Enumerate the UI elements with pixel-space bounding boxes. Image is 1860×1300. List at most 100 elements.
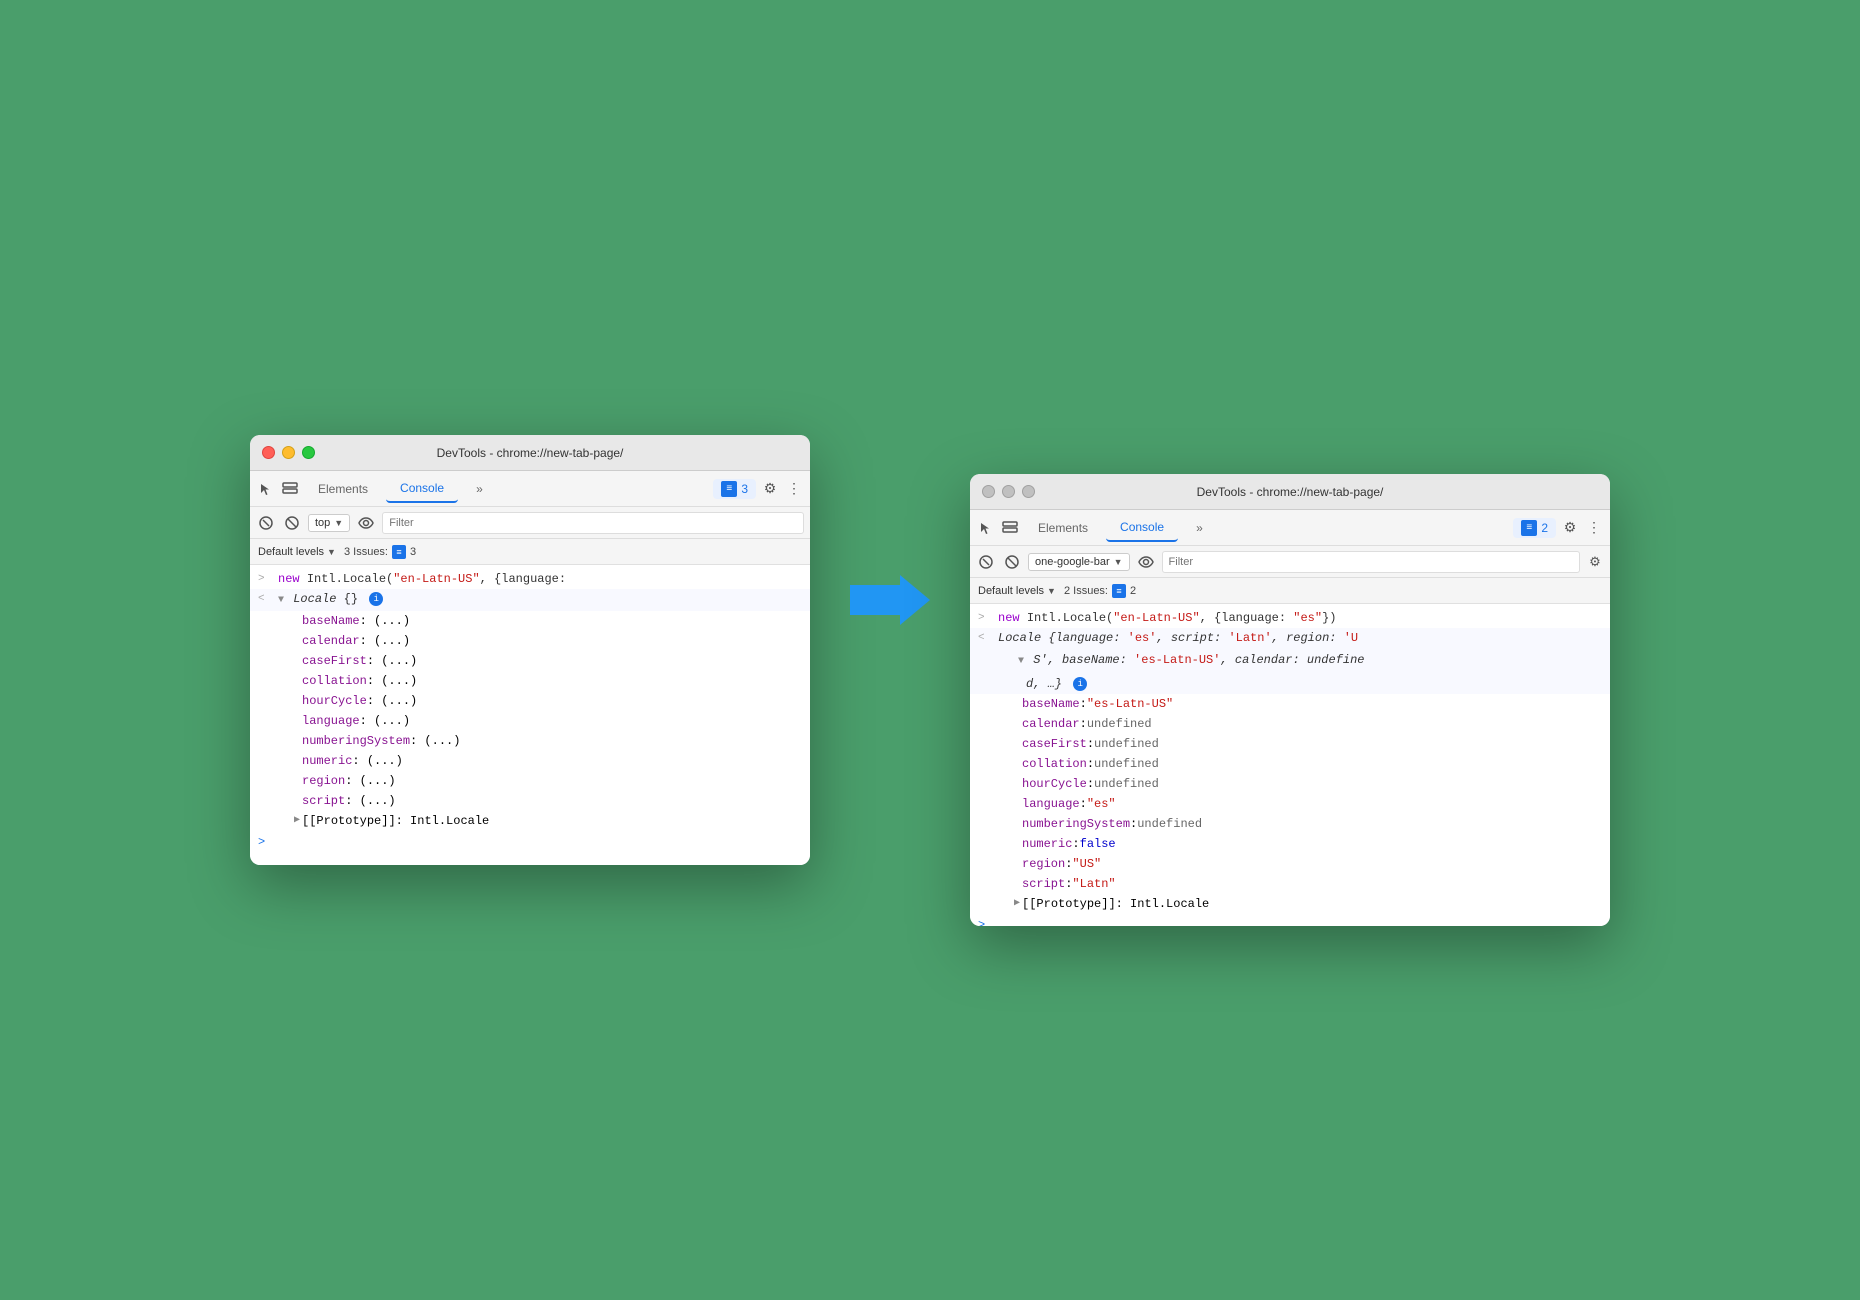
eye-icon-2[interactable]: [1136, 552, 1156, 572]
clear-icon-2[interactable]: [976, 552, 996, 572]
prop-caseFirst-2: caseFirst: undefined: [970, 734, 1610, 754]
settings-icon-1[interactable]: ⚙: [760, 479, 780, 499]
levels-dropdown-1[interactable]: Default levels ▼: [258, 546, 336, 558]
maximize-button-2[interactable]: [1022, 485, 1035, 498]
console-toolbar-1: top ▼: [250, 507, 810, 539]
output-line-2a: < Locale {language: 'es', script: 'Latn'…: [970, 628, 1610, 694]
proto-arrow-1[interactable]: ▶: [294, 812, 300, 830]
info-badge-2: i: [1073, 677, 1087, 691]
badge-count-2: 2: [1541, 521, 1548, 535]
tab-more-1[interactable]: »: [462, 476, 497, 502]
console-content-1: > new Intl.Locale("en-Latn-US", {languag…: [250, 565, 810, 865]
close-button-2[interactable]: [982, 485, 995, 498]
input-line-1: > new Intl.Locale("en-Latn-US", {languag…: [250, 569, 810, 589]
context-selector-1[interactable]: top ▼: [308, 514, 350, 532]
layers-icon[interactable]: [280, 479, 300, 499]
dropdown-arrow-1: ▼: [334, 518, 343, 528]
proto-arrow-2[interactable]: ▶: [1014, 895, 1020, 913]
prop-region-2: region: "US": [970, 854, 1610, 874]
prop-language-2: language: "es": [970, 794, 1610, 814]
issues-bar-2: Default levels ▼ 2 Issues: ≡ 2: [970, 578, 1610, 604]
issues-badge-btn-1[interactable]: ≡ 3: [713, 479, 756, 499]
prop-numeric-1: numeric: (...): [250, 751, 810, 771]
cursor-icon-2[interactable]: [976, 518, 996, 538]
titlebar-2: DevTools - chrome://new-tab-page/: [970, 474, 1610, 510]
tab-console-2[interactable]: Console: [1106, 514, 1178, 542]
levels-dropdown-2[interactable]: Default levels ▼: [978, 585, 1056, 597]
output-line-1: < ▼ Locale {} i: [250, 589, 810, 611]
prop-collation-1: collation: (...): [250, 671, 810, 691]
message-icon-1: ≡: [721, 481, 737, 497]
more-icon-1[interactable]: ⋮: [784, 479, 804, 499]
badge-count-1: 3: [741, 482, 748, 496]
prop-proto-1: ▶ [[Prototype]]: Intl.Locale: [250, 811, 810, 831]
issues-count-badge-2: 2 Issues: ≡ 2: [1064, 584, 1136, 598]
issues-count-badge-1: 3 Issues: ≡ 3: [344, 545, 416, 559]
settings-icon-2[interactable]: ⚙: [1560, 518, 1580, 538]
prop-proto-2: ▶ [[Prototype]]: Intl.Locale: [970, 894, 1610, 914]
prompt-line-2: >: [970, 914, 1610, 922]
console-toolbar-2: one-google-bar ▼ ⚙: [970, 546, 1610, 578]
context-value-1: top: [315, 517, 330, 529]
prop-collation-2: collation: undefined: [970, 754, 1610, 774]
filter-input-1[interactable]: [382, 512, 804, 534]
context-selector-2[interactable]: one-google-bar ▼: [1028, 553, 1130, 571]
console-content-2: > new Intl.Locale("en-Latn-US", {languag…: [970, 604, 1610, 926]
eye-icon-1[interactable]: [356, 513, 376, 533]
expand-arrow-2[interactable]: ▼: [1018, 656, 1024, 667]
maximize-button[interactable]: [302, 446, 315, 459]
traffic-lights-1: [262, 446, 315, 459]
info-badge-1: i: [369, 592, 383, 606]
prop-numeric-2: numeric: false: [970, 834, 1610, 854]
ban-icon-2[interactable]: [1002, 552, 1022, 572]
prop-calendar-1: calendar: (...): [250, 631, 810, 651]
close-button[interactable]: [262, 446, 275, 459]
devtools-window-2: DevTools - chrome://new-tab-page/ Elemen…: [970, 474, 1610, 926]
layers-icon-2[interactable]: [1000, 518, 1020, 538]
prop-numberingSystem-2: numberingSystem: undefined: [970, 814, 1610, 834]
tab-console-1[interactable]: Console: [386, 475, 458, 503]
tab-elements-2[interactable]: Elements: [1024, 515, 1102, 541]
prop-script-2: script: "Latn": [970, 874, 1610, 894]
prop-script-1: script: (...): [250, 791, 810, 811]
context-value-2: one-google-bar: [1035, 556, 1110, 568]
between-arrow: [850, 570, 930, 630]
cursor-icon[interactable]: [256, 479, 276, 499]
prop-hourCycle-2: hourCycle: undefined: [970, 774, 1610, 794]
msg-icon-2: ≡: [1112, 584, 1126, 598]
prop-baseName-1: baseName: (...): [250, 611, 810, 631]
clear-icon-1[interactable]: [256, 513, 276, 533]
dropdown-arrow-2: ▼: [1114, 557, 1123, 567]
prompt-caret-1: >: [258, 835, 265, 849]
window-title-2: DevTools - chrome://new-tab-page/: [1197, 485, 1384, 499]
more-icon-2[interactable]: ⋮: [1584, 518, 1604, 538]
scene: DevTools - chrome://new-tab-page/ Elemen…: [250, 374, 1610, 926]
prompt-line-1: >: [250, 831, 810, 839]
issues-bar-1: Default levels ▼ 3 Issues: ≡ 3: [250, 539, 810, 565]
msg-icon-1: ≡: [392, 545, 406, 559]
prompt-caret-2: >: [978, 918, 985, 926]
tab-elements-1[interactable]: Elements: [304, 476, 382, 502]
prop-calendar-2: calendar: undefined: [970, 714, 1610, 734]
issues-badge-btn-2[interactable]: ≡ 2: [1513, 518, 1556, 538]
prop-hourCycle-1: hourCycle: (...): [250, 691, 810, 711]
minimize-button[interactable]: [282, 446, 295, 459]
prop-baseName-2: baseName: "es-Latn-US": [970, 694, 1610, 714]
tab-toolbar-1: Elements Console » ≡ 3 ⚙ ⋮: [250, 471, 810, 507]
prop-language-1: language: (...): [250, 711, 810, 731]
input-line-2: > new Intl.Locale("en-Latn-US", {languag…: [970, 608, 1610, 628]
tab-toolbar-2: Elements Console » ≡ 2 ⚙ ⋮: [970, 510, 1610, 546]
prop-region-1: region: (...): [250, 771, 810, 791]
ban-icon-1[interactable]: [282, 513, 302, 533]
tab-more-2[interactable]: »: [1182, 515, 1217, 541]
prop-numberingSystem-1: numberingSystem: (...): [250, 731, 810, 751]
expand-arrow-1[interactable]: ▼: [278, 595, 284, 606]
filter-input-2[interactable]: [1162, 551, 1580, 573]
input-caret-2: >: [978, 609, 985, 627]
traffic-lights-2: [982, 485, 1035, 498]
prop-caseFirst-1: caseFirst: (...): [250, 651, 810, 671]
filter-settings-icon[interactable]: ⚙: [1586, 553, 1604, 571]
minimize-button-2[interactable]: [1002, 485, 1015, 498]
input-caret-1: >: [258, 570, 265, 588]
devtools-window-1: DevTools - chrome://new-tab-page/ Elemen…: [250, 435, 810, 865]
